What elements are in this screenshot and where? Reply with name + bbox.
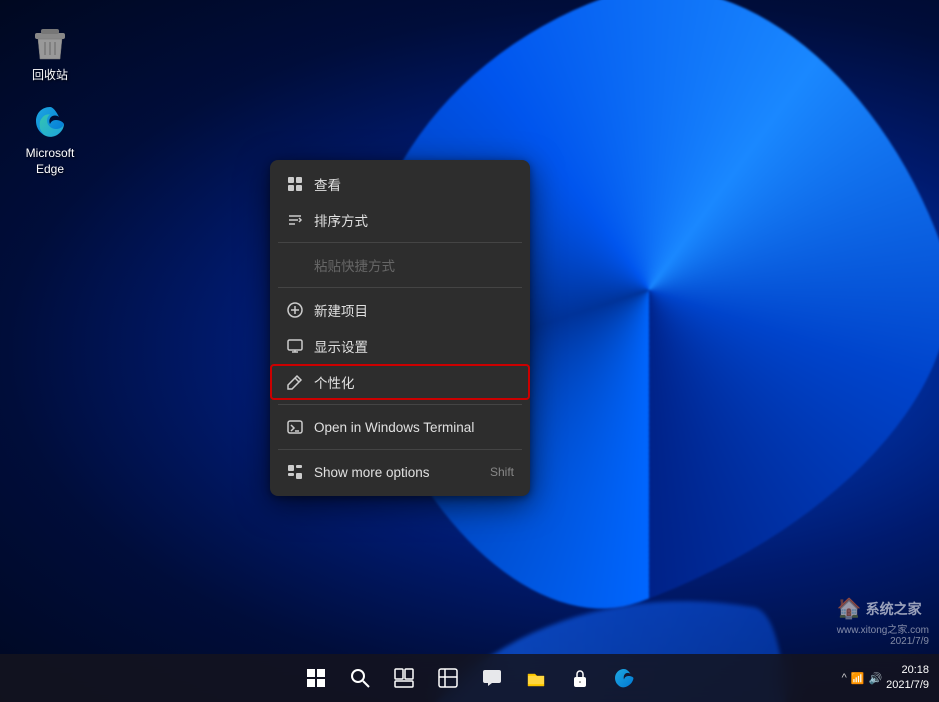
desktop: 回收站 MicrosoftEdge (0, 0, 939, 702)
taskbar-edge-button[interactable] (605, 659, 643, 697)
tray-volume: 🔊 (868, 672, 882, 685)
watermark-icon: 🏠 (837, 596, 862, 621)
new-icon (286, 301, 304, 319)
more-options-icon (286, 463, 304, 481)
watermark: 🏠 系统之家 www.xitong之家.com 2021/7/9 (837, 596, 929, 647)
desktop-icon-recycle-bin[interactable]: 回收站 (15, 20, 85, 88)
watermark-date: 2021/7/9 (837, 636, 929, 647)
menu-divider-1 (278, 242, 522, 243)
monitor-icon (286, 337, 304, 355)
recycle-bin-icon (30, 24, 70, 64)
taskbar-widgets-button[interactable] (429, 659, 467, 697)
menu-divider-4 (278, 449, 522, 450)
pencil-icon (286, 373, 304, 391)
clock[interactable]: 20:18 2021/7/9 (886, 663, 929, 694)
system-tray[interactable]: ^ 📶 🔊 (842, 672, 883, 685)
clock-date: 2021/7/9 (886, 678, 929, 693)
paste-icon (286, 256, 304, 274)
menu-divider-2 (278, 287, 522, 288)
desktop-icon-edge[interactable]: MicrosoftEdge (15, 98, 85, 181)
tray-network: 📶 (851, 672, 865, 685)
menu-display-label: 显示设置 (314, 336, 368, 356)
menu-more-label: Show more options (314, 465, 430, 480)
watermark-url: www.xitong之家.com (837, 621, 929, 636)
menu-item-terminal[interactable]: Open in Windows Terminal (270, 409, 530, 445)
taskbar-start-button[interactable] (297, 659, 335, 697)
taskbar-lock-button[interactable] (561, 659, 599, 697)
recycle-bin-label: 回收站 (32, 68, 68, 84)
menu-item-sort[interactable]: 排序方式 (270, 202, 530, 238)
menu-paste-label: 粘贴快捷方式 (314, 255, 395, 275)
grid-icon (286, 175, 304, 193)
taskbar-chat-button[interactable] (473, 659, 511, 697)
menu-item-paste-shortcut: 粘贴快捷方式 (270, 247, 530, 283)
terminal-icon (286, 418, 304, 436)
menu-item-view[interactable]: 查看 (270, 166, 530, 202)
menu-more-shortcut: Shift (490, 465, 514, 479)
sort-icon (286, 211, 304, 229)
edge-label: MicrosoftEdge (26, 146, 75, 177)
menu-item-more-options[interactable]: Show more options Shift (270, 454, 530, 490)
menu-sort-label: 排序方式 (314, 210, 368, 230)
edge-icon (30, 102, 70, 142)
menu-new-label: 新建项目 (314, 300, 368, 320)
watermark-logo: 🏠 系统之家 (837, 596, 929, 621)
taskbar-icons (297, 659, 643, 697)
menu-item-personalize[interactable]: 个性化 (270, 364, 530, 400)
taskbar-task-view-button[interactable] (385, 659, 423, 697)
taskbar-file-explorer-button[interactable] (517, 659, 555, 697)
taskbar: ^ 📶 🔊 20:18 2021/7/9 (0, 654, 939, 702)
context-menu: 查看 排序方式 粘贴快捷方式 (270, 160, 530, 496)
menu-item-new[interactable]: 新建项目 (270, 292, 530, 328)
menu-divider-3 (278, 404, 522, 405)
menu-view-label: 查看 (314, 174, 341, 194)
clock-time: 20:18 (886, 663, 929, 678)
tray-chevron: ^ (842, 672, 847, 684)
menu-item-display[interactable]: 显示设置 (270, 328, 530, 364)
menu-personalize-label: 个性化 (314, 372, 355, 392)
taskbar-tray: ^ 📶 🔊 20:18 2021/7/9 (842, 663, 929, 694)
watermark-text: 系统之家 (866, 599, 922, 619)
menu-terminal-label: Open in Windows Terminal (314, 420, 474, 435)
taskbar-search-button[interactable] (341, 659, 379, 697)
